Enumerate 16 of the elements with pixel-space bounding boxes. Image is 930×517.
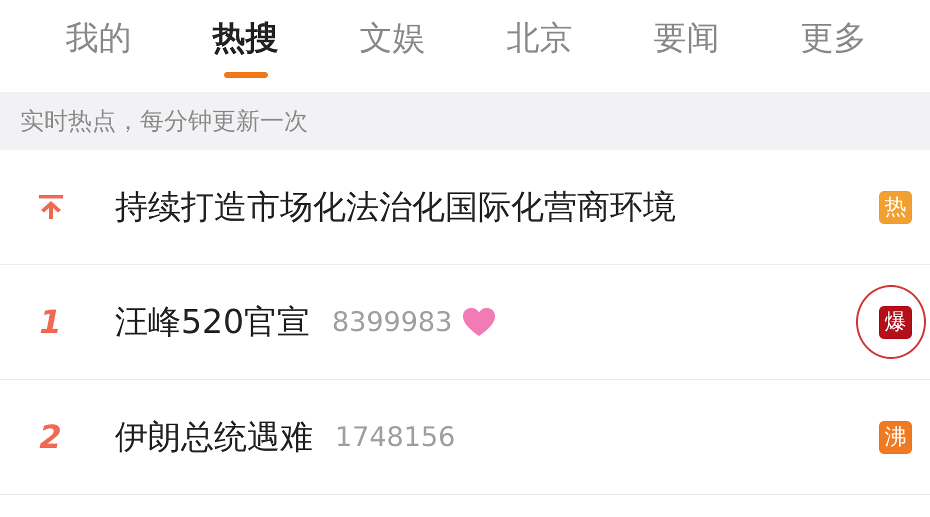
topic-title[interactable]: 汪峰520官宣 (115, 300, 310, 344)
list-row[interactable]: 2 伊朗总统遇难 1748156 沸 (0, 380, 930, 495)
heat-count: 1748156 (335, 422, 456, 452)
heat-badge: 热 (879, 190, 912, 224)
heat-badge: 沸 (879, 420, 912, 454)
tab[interactable]: 热搜 (172, 0, 319, 92)
topic-title[interactable]: 持续打造市场化法治化国际化营商环境 (115, 184, 676, 230)
list-row[interactable]: 1 汪峰520官宣 8399983 爆 (0, 265, 930, 380)
tab-underline (224, 72, 268, 78)
notice-text: 实时热点，每分钟更新一次 (20, 106, 308, 137)
topic-title[interactable]: 伊朗总统遇难 (115, 414, 313, 460)
heat-badge: 爆 (879, 306, 912, 338)
rank-number: 1 (39, 303, 62, 341)
rank-number: 2 (39, 418, 62, 456)
list-row[interactable]: 持续打造市场化法治化国际化营商环境 热 (0, 150, 930, 265)
heat-count: 8399983 (332, 306, 452, 338)
